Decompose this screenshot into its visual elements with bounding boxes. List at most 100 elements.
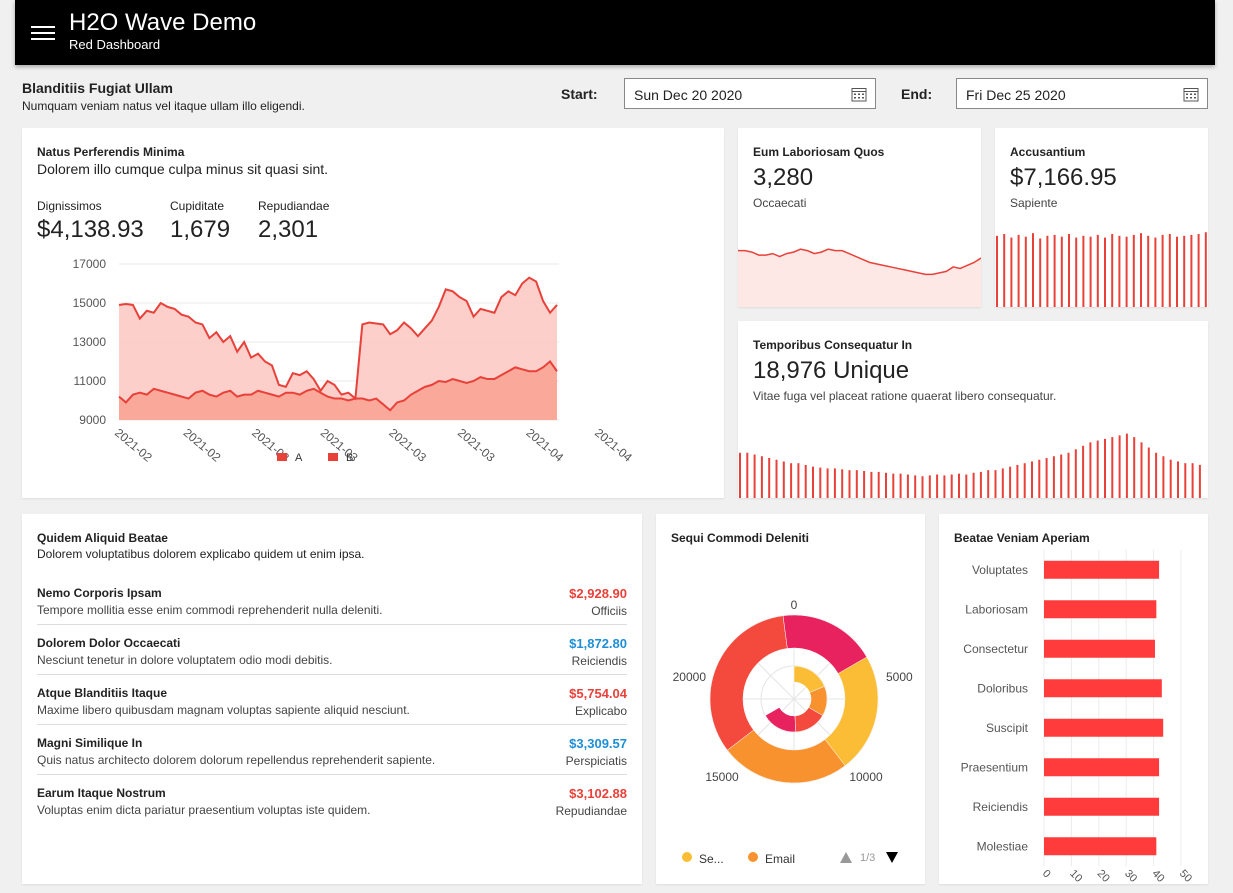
calendar-icon[interactable] <box>851 86 867 102</box>
end-date-picker[interactable]: Fri Dec 25 2020 <box>956 78 1208 109</box>
x-tick-label: 2021-02 <box>181 426 224 465</box>
bar <box>1044 718 1164 737</box>
card-title: Eum Laboriosam Quos <box>753 145 885 159</box>
spark-bar <box>914 475 917 498</box>
spark-bar <box>1003 234 1006 307</box>
x-tick-label: 20 <box>1095 868 1112 884</box>
spark-bar <box>885 472 887 498</box>
spark-bar <box>797 463 800 498</box>
item-caption: Perspiciatis <box>565 754 627 768</box>
legend-next-icon[interactable] <box>886 852 898 863</box>
spark-bar <box>760 456 763 498</box>
y-tick-label: Suscipit <box>986 721 1029 735</box>
item-value: $1,872.80 <box>569 636 627 651</box>
bar <box>1044 679 1162 698</box>
spark-bar <box>1060 236 1063 307</box>
x-tick-label: 2021-03 <box>318 426 361 465</box>
app-header: H2O Wave Demo Red Dashboard <box>15 0 1215 65</box>
start-date-value: Sun Dec 20 2020 <box>634 87 743 103</box>
start-date-picker[interactable]: Sun Dec 20 2020 <box>624 78 876 109</box>
spark-bar <box>1045 457 1048 498</box>
bar <box>1044 797 1160 816</box>
spark-bar <box>1089 442 1092 498</box>
legend-label[interactable]: Email <box>765 852 795 866</box>
x-tick-label: 2021-02 <box>112 426 155 465</box>
spark-bar <box>746 452 749 498</box>
item-description: Tempore mollitia esse enim commodi repre… <box>37 603 383 617</box>
spark-bar <box>1010 237 1013 307</box>
spark-bar <box>1183 235 1186 307</box>
card-subtitle: Dolorem illo cumque culpa minus sit quas… <box>37 161 329 177</box>
spark-bar <box>863 471 866 498</box>
spark-bar <box>1154 237 1157 307</box>
spark-bar <box>972 472 975 498</box>
spark-bar <box>921 476 924 498</box>
spark-bar <box>943 475 946 498</box>
spark-bar <box>936 474 939 498</box>
spark-bar <box>855 470 858 498</box>
card-title: Accusantium <box>1010 145 1086 159</box>
spark-bar <box>1161 234 1164 307</box>
spark-bar <box>1052 456 1055 498</box>
bar-card: Beatae Veniam Aperiam 0 10 20 30 40 50 Volupta… <box>939 514 1208 884</box>
spark-bar <box>1016 464 1019 498</box>
list-item[interactable]: Earum Itaque Nostrum Voluptas enim dicta… <box>37 775 627 825</box>
stat-label: Dignissimos <box>37 199 102 213</box>
list-item[interactable]: Nemo Corporis Ipsam Tempore mollitia ess… <box>37 575 627 625</box>
spark-bar <box>1204 232 1207 307</box>
list-item[interactable]: Atque Blanditiis Itaque Maxime libero qu… <box>37 675 627 725</box>
stat-label: Repudiandae <box>258 199 330 213</box>
spark-bar <box>1132 234 1135 307</box>
donut-card: Sequi Commodi Deleniti 0 5000 10000 15000 20… <box>656 514 925 884</box>
radial-tick-label: 20000 <box>673 670 707 684</box>
legend-swatch <box>328 453 338 461</box>
spark-bar <box>1198 464 1201 498</box>
spark-bar <box>819 467 822 498</box>
item-value: $3,102.88 <box>569 786 627 801</box>
spark-bar <box>1067 452 1070 498</box>
spark-bar <box>1162 456 1165 498</box>
menu-icon[interactable] <box>31 26 55 42</box>
spark-bar <box>1125 433 1128 498</box>
sparkline-area <box>738 248 981 307</box>
spark-bar <box>1038 459 1041 498</box>
list-item[interactable]: Dolorem Dolor Occaecati Nesciunt tenetur… <box>37 625 627 675</box>
stat-label: Cupiditate <box>170 199 225 213</box>
item-description: Nesciunt tenetur in dolore voluptatem od… <box>37 653 333 667</box>
spark-bar <box>870 471 873 498</box>
item-value: $3,309.57 <box>569 736 627 751</box>
spark-bar <box>1032 233 1034 307</box>
spark-bar <box>782 461 785 498</box>
spark-bar <box>739 452 741 498</box>
x-tick-label: 2021-03 <box>455 426 498 465</box>
spark-bar <box>826 468 829 498</box>
spark-bar <box>1082 235 1085 307</box>
legend-page: 1/3 <box>860 852 876 864</box>
calendar-icon[interactable] <box>1183 86 1199 102</box>
y-tick-label: 17000 <box>73 257 107 271</box>
sparkline-bars <box>996 232 1207 307</box>
spark-bar <box>1053 234 1056 307</box>
item-description: Quis natus architecto dolorem dolorum re… <box>37 753 436 767</box>
bar <box>1044 758 1160 777</box>
y-tick-label: 15000 <box>73 296 107 310</box>
section-title: Blanditiis Fugiat Ullam <box>22 80 173 96</box>
spark-bar <box>1111 437 1114 498</box>
item-title: Earum Itaque Nostrum <box>37 786 166 800</box>
legend-prev-icon[interactable] <box>840 852 852 863</box>
spark-bar <box>804 464 807 498</box>
spark-bar <box>1191 463 1194 498</box>
list-item[interactable]: Magni Similique In Quis natus architecto… <box>37 725 627 775</box>
spark-bar <box>1075 237 1078 307</box>
legend-label[interactable]: Se... <box>699 852 724 866</box>
bar <box>1044 560 1160 579</box>
stat-value: 3,280 <box>753 164 814 191</box>
app-subtitle: Red Dashboard <box>69 37 161 52</box>
section-subtitle: Numquam veniam natus vel itaque ullam il… <box>22 99 305 113</box>
y-tick-label: 11000 <box>74 374 107 388</box>
spark-bar <box>979 471 982 498</box>
item-description: Voluptas enim dicta pariatur praesentium… <box>37 803 371 817</box>
spark-bar <box>1096 234 1099 307</box>
spark-bar <box>812 466 814 498</box>
main-chart-card: Natus Perferendis Minima Dolorem illo cu… <box>22 128 724 498</box>
